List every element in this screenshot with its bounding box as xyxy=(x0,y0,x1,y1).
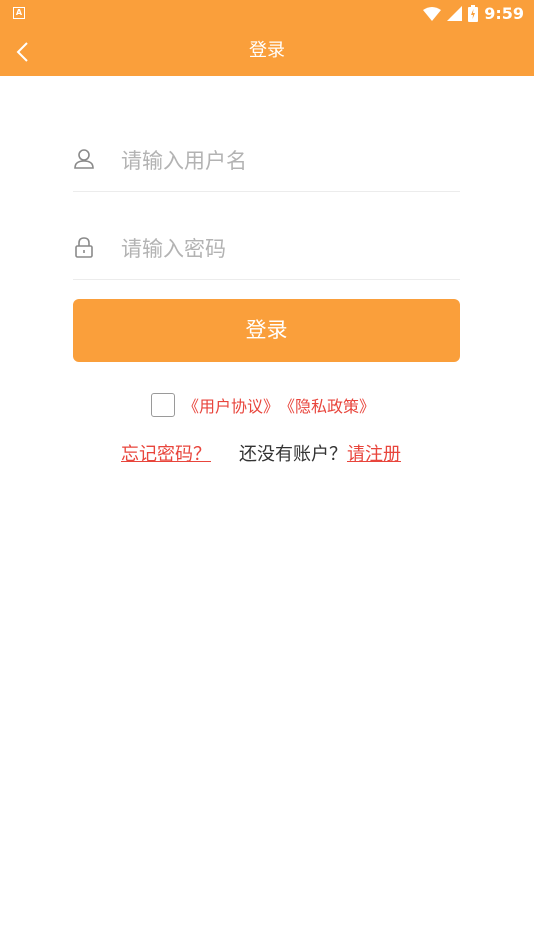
battery-icon xyxy=(468,5,479,22)
app-bar: 登录 xyxy=(0,28,534,76)
agreement-row: 《用户协议》 《隐私政策》 xyxy=(151,392,375,418)
account-links-row: 忘记密码？ 还没有账户？ 请注册 xyxy=(121,440,401,466)
no-account-text: 还没有账户？ xyxy=(239,444,347,465)
login-button[interactable]: 登录 xyxy=(73,299,460,362)
lock-icon xyxy=(75,237,93,258)
status-icons: 9:59 xyxy=(423,4,524,23)
agree-checkbox[interactable] xyxy=(151,393,175,417)
forgot-password-link[interactable]: 忘记密码？ xyxy=(121,440,211,466)
privacy-policy-link[interactable]: 《隐私政策》 xyxy=(279,393,375,417)
status-bar: A 9:59 xyxy=(0,0,534,28)
password-field xyxy=(73,216,460,280)
username-input[interactable] xyxy=(119,140,453,182)
wifi-icon xyxy=(423,6,442,21)
status-time: 9:59 xyxy=(484,4,524,23)
user-agreement-link[interactable]: 《用户协议》 xyxy=(183,393,279,417)
app-notification-icon: A xyxy=(13,7,25,19)
password-input[interactable] xyxy=(119,228,453,270)
register-link[interactable]: 请注册 xyxy=(347,440,401,466)
cellular-signal-icon xyxy=(447,6,463,21)
user-icon xyxy=(74,149,94,169)
username-field xyxy=(73,128,460,192)
page-title: 登录 xyxy=(249,40,285,61)
